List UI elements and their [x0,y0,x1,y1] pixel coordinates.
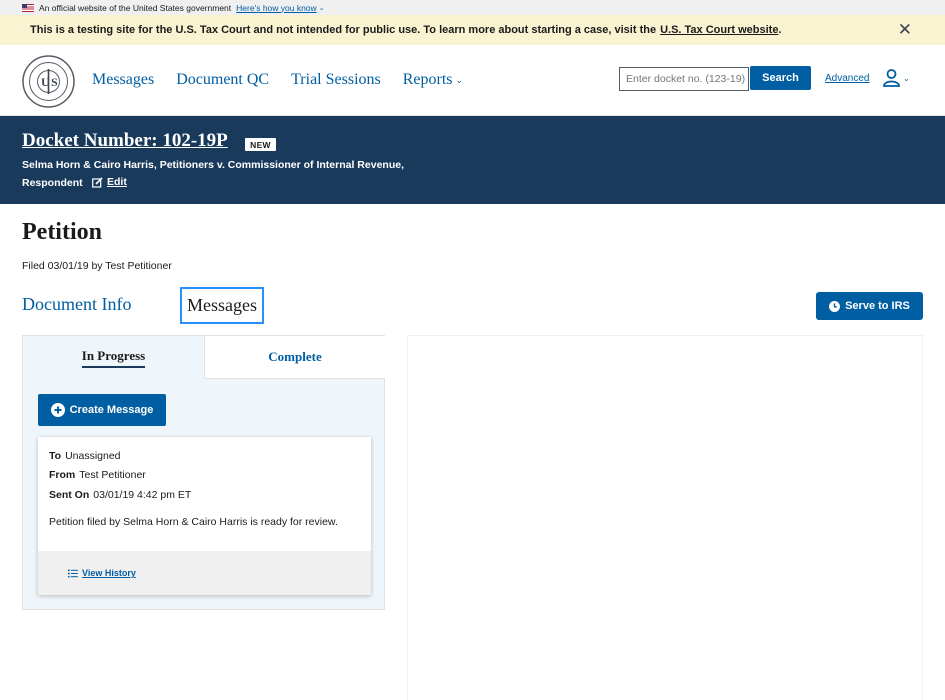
messages-panel: In Progress Complete Create Message To Un… [22,335,385,610]
message-sent-on: Sent On 03/01/19 4:42 pm ET [49,489,191,501]
nav-document-qc[interactable]: Document QC [176,71,269,89]
chevron-down-icon: ⌄ [455,74,464,85]
chevron-down-icon: ⌄ [903,73,910,83]
search-button[interactable]: Search [750,66,811,90]
status-badge: NEW [245,138,276,151]
view-history-label: View History [82,568,136,578]
edit-caption-button[interactable]: Edit [92,176,127,188]
case-caption-line1: Selma Horn & Cairo Harris, Petitioners v… [22,159,404,171]
message-from: From Test Petitioner [49,469,146,481]
serve-to-irs-button[interactable]: Serve to IRS [816,292,923,320]
docket-number-link[interactable]: Docket Number: 102-19P [22,130,228,152]
to-value: Unassigned [65,450,121,462]
test-banner-text: This is a testing site for the U.S. Tax … [30,24,657,36]
message-to: To Unassigned [49,450,121,462]
tab-in-progress-label: In Progress [81,348,146,368]
sent-on-value: 03/01/19 4:42 pm ET [93,489,192,501]
nav-reports-label: Reports [402,71,453,88]
tab-in-progress[interactable]: In Progress [23,336,204,379]
test-banner-suffix: . [778,24,782,36]
message-detail-panel [407,335,923,700]
message-body: Petition filed by Selma Horn & Cairo Har… [49,516,338,528]
case-caption-line2: Respondent [22,177,83,189]
message-card: To Unassigned From Test Petitioner Sent On… [38,437,371,595]
serve-to-irs-label: Serve to IRS [845,300,910,312]
tab-messages[interactable]: Messages [180,287,264,324]
edit-icon [92,176,103,188]
tax-court-website-link[interactable]: U.S. Tax Court website [660,24,778,36]
list-icon [68,569,78,577]
user-icon [883,69,900,87]
from-label: From [49,469,76,481]
gov-banner-text: An official website of the United States… [39,2,232,13]
close-icon[interactable]: ✕ [898,21,912,38]
gov-banner: An official website of the United States… [0,0,945,15]
chevron-down-icon: ⌄ [318,4,325,12]
docket-search-input[interactable] [619,67,749,91]
view-history-link[interactable]: View History [68,568,136,578]
filed-info: Filed 03/01/19 by Test Petitioner [22,260,172,272]
tab-complete[interactable]: Complete [204,336,385,379]
message-card-footer: View History [38,551,371,595]
clock-icon [829,300,841,312]
sent-on-label: Sent On [49,489,90,501]
nav-reports[interactable]: Reports ⌄ [403,71,463,89]
test-site-banner: This is a testing site for the U.S. Tax … [0,15,945,45]
heres-how-you-know-link[interactable]: Here's how you know [236,3,317,13]
plus-circle-icon [50,403,65,417]
edit-label: Edit [107,176,127,188]
svg-text:S: S [51,75,58,89]
to-label: To [49,450,62,462]
advanced-search-link[interactable]: Advanced [825,73,869,84]
user-menu[interactable]: ⌄ [883,69,910,87]
tax-court-seal-icon[interactable]: U S [22,55,75,108]
tab-document-info[interactable]: Document Info [22,294,131,315]
us-flag-icon [22,3,34,12]
create-message-label: Create Message [69,404,154,416]
from-value: Test Petitioner [79,469,146,481]
nav-trial-sessions[interactable]: Trial Sessions [291,71,381,89]
page-title: Petition [22,219,102,245]
main-nav: Messages Document QC Trial Sessions Repo… [92,71,485,89]
nav-messages[interactable]: Messages [92,71,154,89]
create-message-button[interactable]: Create Message [38,394,166,426]
docket-header: Docket Number: 102-19P Selma Horn & Cair… [0,116,945,204]
